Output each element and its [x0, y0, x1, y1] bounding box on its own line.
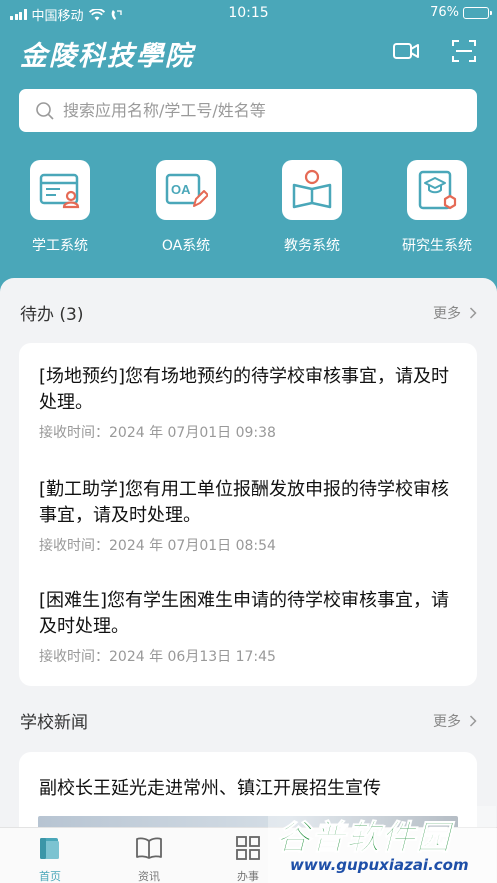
more-label: 更多: [433, 305, 461, 322]
app-academic-affairs[interactable]: 教务系统: [252, 160, 372, 255]
app-oa[interactable]: OA OA系统: [126, 160, 246, 255]
app-label: 学工系统: [32, 238, 88, 254]
app-label: 教务系统: [284, 238, 340, 254]
search-input[interactable]: [63, 101, 463, 120]
news-more-link[interactable]: 更多: [433, 711, 477, 731]
graduate-icon: [418, 170, 457, 210]
video-camera-icon[interactable]: [392, 38, 420, 64]
site-watermark: 谷普软件园 www.gupuxiazai.com: [268, 806, 496, 883]
watermark-main: 谷普软件园: [276, 818, 451, 859]
academic-affairs-icon: [292, 169, 332, 209]
book-icon: [136, 837, 162, 859]
svg-text:OA: OA: [171, 182, 191, 197]
battery-icon: [463, 6, 492, 19]
battery-percent: 76%: [430, 5, 459, 20]
tab-label: 资讯: [138, 870, 160, 883]
app-student-affairs[interactable]: 学工系统: [0, 160, 120, 255]
todo-item[interactable]: [勤工助学]您有用工单位报酬发放申报的待学校审核事宜，请及时处理。 接收时间：2…: [39, 477, 459, 555]
grid-icon: [236, 836, 260, 860]
todo-item[interactable]: [场地预约]您有场地预约的待学校审核事宜，请及时处理。 接收时间：2024 年 …: [39, 364, 459, 442]
oa-icon: OA: [165, 173, 208, 207]
home-icon: [40, 838, 59, 859]
status-bar: 中国移动 10:15 76%: [0, 0, 497, 26]
todo-item-text: [勤工助学]您有用工单位报酬发放申报的待学校审核事宜，请及时处理。: [39, 479, 450, 526]
scan-icon[interactable]: [450, 38, 478, 64]
more-label: 更多: [433, 713, 461, 730]
todo-item-time: 接收时间：2024 年 06月13日 17:45: [39, 649, 276, 665]
status-time: 10:15: [228, 5, 269, 21]
todo-item-time: 接收时间：2024 年 07月01日 09:38: [39, 425, 276, 441]
todo-section-header: 待办 (3) 更多: [20, 300, 477, 325]
tab-home[interactable]: 首页: [20, 834, 80, 883]
app-tile: [30, 160, 90, 220]
quick-apps: 学工系统 OA OA系统 教务系统 研究生系统: [0, 160, 497, 260]
school-logo-title: 金陵科技學院: [20, 41, 194, 72]
tab-news[interactable]: 资讯: [119, 834, 179, 883]
app-graduate[interactable]: 研究生系统: [377, 160, 497, 255]
todo-section-title: 待办 (3): [20, 305, 84, 325]
watermark-url: www.gupuxiazai.com: [290, 856, 469, 874]
news-section-header: 学校新闻 更多: [20, 708, 477, 733]
app-tile: [282, 160, 342, 220]
todo-item[interactable]: [困难生]您有学生困难生申请的待学校审核事宜，请及时处理。 接收时间：2024 …: [39, 588, 459, 666]
search-icon: [36, 101, 54, 120]
todo-item-text: [场地预约]您有场地预约的待学校审核事宜，请及时处理。: [39, 366, 450, 413]
content-panel: 待办 (3) 更多 [场地预约]您有场地预约的待学校审核事宜，请及时处理。 接收…: [0, 278, 497, 838]
student-affairs-icon: [39, 173, 80, 209]
app-label: OA系统: [161, 238, 211, 254]
app-tile: [407, 160, 467, 220]
news-headline: 副校长王延光走进常州、镇江开展招生宣传: [39, 778, 381, 799]
chevron-right-icon: [469, 714, 477, 727]
todo-item-time: 接收时间：2024 年 07月01日 08:54: [39, 538, 276, 554]
search-bar[interactable]: [19, 89, 477, 132]
chevron-right-icon: [469, 306, 477, 319]
todo-more-link[interactable]: 更多: [433, 303, 477, 323]
status-right: 76%: [430, 5, 492, 20]
todo-card: [场地预约]您有场地预约的待学校审核事宜，请及时处理。 接收时间：2024 年 …: [19, 343, 477, 686]
todo-item-text: [困难生]您有学生困难生申请的待学校审核事宜，请及时处理。: [39, 590, 450, 637]
news-section-title: 学校新闻: [20, 713, 88, 733]
app-tile: OA: [156, 160, 216, 220]
tab-label: 首页: [39, 870, 61, 883]
app-label: 研究生系统: [402, 238, 472, 254]
